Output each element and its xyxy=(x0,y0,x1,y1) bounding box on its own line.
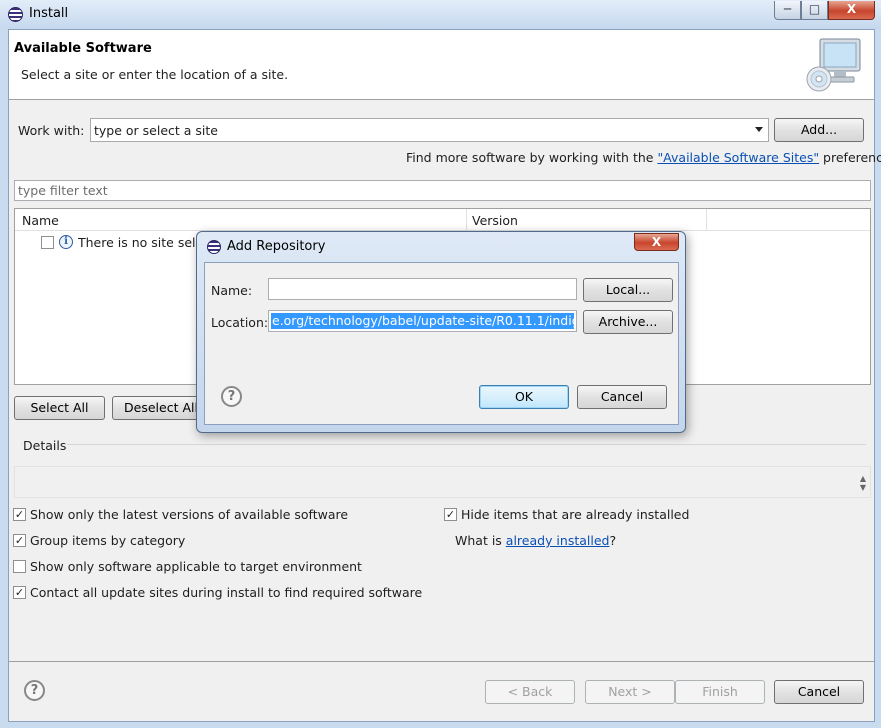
eclipse-icon xyxy=(8,7,23,22)
group-by-category-label: Group items by category xyxy=(30,533,186,548)
maximize-button[interactable]: □ xyxy=(801,1,828,20)
filter-input[interactable]: type filter text xyxy=(14,180,871,201)
hide-installed-label: Hide items that are already installed xyxy=(461,507,690,522)
find-more-prefix: Find more software by working with the xyxy=(406,150,658,165)
latest-versions-checkbox[interactable]: ✓ xyxy=(13,508,26,521)
hide-installed-checkbox[interactable]: ✓ xyxy=(444,508,457,521)
details-area[interactable]: ▲ ▼ xyxy=(14,466,871,498)
window-titlebar: Install ─ □ X xyxy=(0,0,881,29)
local-button[interactable]: Local... xyxy=(583,278,673,302)
minimize-button[interactable]: ─ xyxy=(774,1,801,20)
dialog-body: Name: Local... Location: e.org/technolog… xyxy=(204,262,679,425)
archive-button[interactable]: Archive... xyxy=(583,310,673,334)
info-icon: i xyxy=(59,235,73,249)
column-name[interactable]: Name xyxy=(22,213,59,228)
finish-button[interactable]: Finish xyxy=(675,680,765,704)
wizard-header: Available Software Select a site or ente… xyxy=(9,30,874,100)
find-more-text: Find more software by working with the "… xyxy=(406,150,881,165)
what-is-installed-text: What is already installed? xyxy=(455,533,616,548)
work-with-value: type or select a site xyxy=(94,123,218,138)
name-label: Name: xyxy=(211,283,253,298)
latest-versions-label: Show only the latest versions of availab… xyxy=(30,507,349,522)
work-with-combo[interactable]: type or select a site xyxy=(90,118,769,142)
name-field[interactable] xyxy=(268,278,577,300)
page-title: Available Software xyxy=(14,41,152,56)
contact-all-checkbox[interactable]: ✓ xyxy=(13,586,26,599)
table-row: There is no site selec xyxy=(78,235,211,250)
row-checkbox[interactable] xyxy=(41,236,54,249)
target-env-label: Show only software applicable to target … xyxy=(30,559,362,574)
location-label: Location: xyxy=(211,315,269,330)
filter-placeholder: type filter text xyxy=(18,183,108,198)
work-with-label: Work with: xyxy=(18,123,85,138)
already-installed-link[interactable]: already installed xyxy=(506,533,610,548)
dialog-title: Add Repository xyxy=(227,239,326,254)
contact-all-label: Contact all update sites during install … xyxy=(30,585,423,600)
table-header: Name Version xyxy=(15,209,870,231)
close-button[interactable]: X xyxy=(828,1,875,20)
dialog-cancel-button[interactable]: Cancel xyxy=(577,385,667,409)
chevron-down-icon[interactable] xyxy=(755,127,763,132)
help-icon[interactable]: ? xyxy=(24,680,45,701)
location-value: e.org/technology/babel/update-site/R0.11… xyxy=(271,313,574,329)
scroll-arrows-icon[interactable]: ▲ ▼ xyxy=(860,474,866,492)
next-button[interactable]: Next > xyxy=(585,680,675,704)
target-env-checkbox[interactable] xyxy=(13,560,26,573)
available-software-sites-link[interactable]: "Available Software Sites" xyxy=(657,150,819,165)
help-icon[interactable]: ? xyxy=(221,386,242,407)
add-site-button[interactable]: Add... xyxy=(774,118,864,142)
add-repository-dialog: Add Repository X Name: Local... Location… xyxy=(196,231,686,433)
back-button[interactable]: < Back xyxy=(485,680,575,704)
what-is-prefix: What is xyxy=(455,533,506,548)
install-banner-icon xyxy=(806,38,861,92)
cancel-button[interactable]: Cancel xyxy=(774,680,864,704)
what-is-suffix: ? xyxy=(609,533,617,548)
dialog-close-button[interactable]: X xyxy=(634,233,679,251)
location-field[interactable]: e.org/technology/babel/update-site/R0.11… xyxy=(268,310,577,332)
page-subtitle: Select a site or enter the location of a… xyxy=(21,67,289,82)
select-all-button[interactable]: Select All xyxy=(14,396,105,420)
ok-button[interactable]: OK xyxy=(479,385,569,409)
eclipse-icon xyxy=(207,240,221,254)
details-label: Details xyxy=(22,438,68,453)
column-version[interactable]: Version xyxy=(472,213,518,228)
group-by-category-checkbox[interactable]: ✓ xyxy=(13,534,26,547)
find-more-suffix: preferences. xyxy=(823,150,881,165)
window-title: Install xyxy=(29,6,69,21)
